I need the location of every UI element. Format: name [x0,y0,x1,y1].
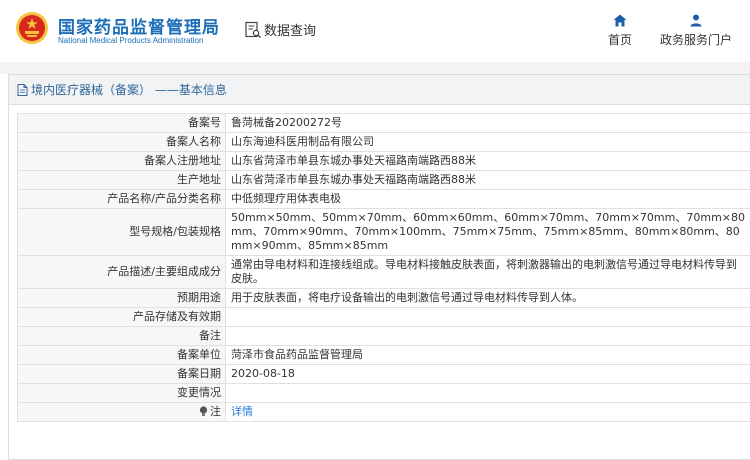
panel-header: 境内医疗器械（备案） ——基本信息 [9,75,750,105]
national-emblem-icon [16,12,48,44]
field-label: 备案人注册地址 [17,151,226,171]
field-label: 备案单位 [17,345,226,365]
field-label: 型号规格/包装规格 [17,208,226,256]
table-row: 产品名称/产品分类名称 中低频理疗用体表电极 [17,189,750,209]
field-label: 备案人名称 [17,132,226,152]
site-header: 国家药品监督管理局 National Medical Products Admi… [0,0,750,62]
nav-home[interactable]: 首页 [580,14,660,48]
details-link[interactable]: 详情 [231,405,253,418]
field-value: 50mm×50mm、50mm×70mm、60mm×60mm、60mm×70mm、… [225,208,750,256]
table-row: 产品描述/主要组成成分 通常由导电材料和连接线组成。导电材料接触皮肤表面，将刺激… [17,255,750,289]
field-value [225,383,750,403]
field-label: 预期用途 [17,288,226,308]
data-query-label: 数据查询 [264,24,317,39]
table-row: 预期用途 用于皮肤表面，将电疗设备输出的电刺激信号通过导电材料传导到人体。 [17,288,750,308]
note-value-cell: 详情 [225,402,750,422]
record-table: 备案号 鲁菏械备20200272号 备案人名称 山东海迪科医用制品有限公司 备案… [17,113,750,422]
field-value: 2020-08-18 [225,364,750,384]
table-row: 变更情况 [17,383,750,403]
data-query-link[interactable]: 数据查询 [244,20,316,39]
field-value: 通常由导电材料和连接线组成。导电材料接触皮肤表面，将刺激器输出的电刺激信号通过导… [225,255,750,289]
lightbulb-icon [199,406,208,416]
table-row: 备案人名称 山东海迪科医用制品有限公司 [17,132,750,152]
field-label: 生产地址 [17,170,226,190]
field-value: 菏泽市食品药品监督管理局 [225,345,750,365]
table-row: 备案日期 2020-08-18 [17,364,750,384]
field-label: 变更情况 [17,383,226,403]
table-row: 备案单位 菏泽市食品药品监督管理局 [17,345,750,365]
field-label: 产品名称/产品分类名称 [17,189,226,209]
home-icon [613,14,627,27]
site-title[interactable]: 国家药品监督管理局 [58,13,220,38]
document-icon [17,83,28,96]
field-value: 鲁菏械备20200272号 [225,113,750,133]
field-label: 备注 [17,326,226,346]
field-value: 山东海迪科医用制品有限公司 [225,132,750,152]
field-value: 山东省菏泽市单县东城办事处天福路南端路西88米 [225,170,750,190]
field-value [225,326,750,346]
field-value: 用于皮肤表面，将电疗设备输出的电刺激信号通过导电材料传导到人体。 [225,288,750,308]
table-row: 产品存储及有效期 [17,307,750,327]
nav-service-portal-label: 政务服务门户 [659,33,732,47]
field-value [225,307,750,327]
header-divider [0,62,750,74]
field-label: 产品描述/主要组成成分 [17,255,226,289]
table-row: 备案号 鲁菏械备20200272号 [17,113,750,133]
detail-panel: 境内医疗器械（备案） ——基本信息 备案号 鲁菏械备20200272号 备案人名… [8,74,750,460]
field-value: 山东省菏泽市单县东城办事处天福路南端路西88米 [225,151,750,171]
note-label: 注 [210,405,221,418]
table-row: 注 详情 [17,402,750,422]
table-row: 型号规格/包装规格 50mm×50mm、50mm×70mm、60mm×60mm、… [17,208,750,256]
field-label: 备案日期 [17,364,226,384]
user-icon [690,14,702,27]
field-label: 备案号 [17,113,226,133]
panel-title: 境内医疗器械（备案） ——基本信息 [31,83,227,97]
nav-service-portal[interactable]: 政务服务门户 [656,14,736,48]
field-value: 中低频理疗用体表电极 [225,189,750,209]
table-row: 生产地址 山东省菏泽市单县东城办事处天福路南端路西88米 [17,170,750,190]
nav-home-label: 首页 [607,33,632,47]
search-document-icon [245,21,261,38]
note-label-cell: 注 [17,402,226,422]
site-subtitle: National Medical Products Administration [58,36,204,45]
table-row: 备注 [17,326,750,346]
field-label: 产品存储及有效期 [17,307,226,327]
table-row: 备案人注册地址 山东省菏泽市单县东城办事处天福路南端路西88米 [17,151,750,171]
